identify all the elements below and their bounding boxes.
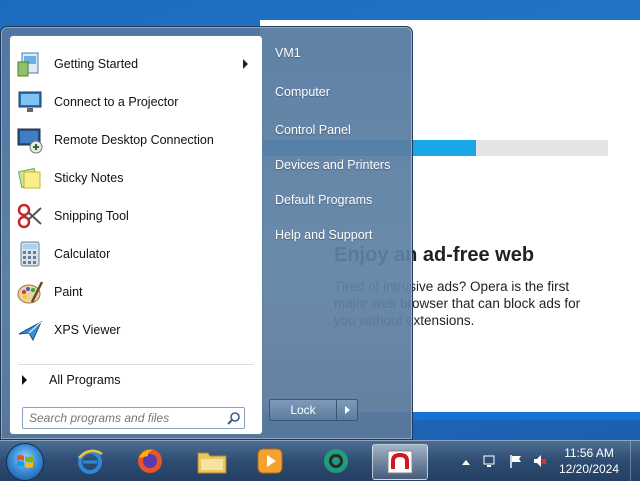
search-icon[interactable] [224,409,244,427]
right-item-default-programs[interactable]: Default Programs [269,187,403,213]
system-clock[interactable]: 11:56 AM 12/20/2024 [554,445,624,477]
right-item-help-support[interactable]: Help and Support [269,222,403,248]
snipping-tool-icon [14,200,46,232]
programs-separator [18,364,254,365]
chevron-right-icon [344,406,350,414]
projector-icon [14,86,46,118]
paint-icon [14,276,46,308]
calculator-icon [14,238,46,270]
volume-muted-icon[interactable] [532,453,548,469]
action-center-flag-icon[interactable] [508,453,524,469]
shutdown-options-button[interactable] [336,399,358,421]
program-label: XPS Viewer [54,323,121,337]
program-label: Calculator [54,247,111,261]
right-item-computer[interactable]: Computer [269,79,403,105]
program-label: Snipping Tool [54,209,129,223]
getting-started-icon [14,48,46,80]
search-programs-box[interactable] [22,407,245,429]
windows-logo-icon [17,455,33,468]
program-paint[interactable]: Paint [12,274,258,310]
sticky-notes-icon [14,162,46,194]
program-connect-projector[interactable]: Connect to a Projector [12,84,258,120]
right-item-control-panel[interactable]: Control Panel [269,117,403,143]
all-programs-button[interactable]: All Programs [14,368,258,392]
media-player-icon[interactable] [248,444,292,478]
program-snipping-tool[interactable]: Snipping Tool [12,198,258,234]
right-item-user[interactable]: VM1 [269,40,403,66]
opera-icon[interactable] [372,444,428,480]
program-remote-desktop[interactable]: Remote Desktop Connection [12,122,258,158]
search-input[interactable] [27,409,224,427]
lock-button[interactable]: Lock [269,399,337,421]
submenu-arrow-icon[interactable] [243,59,248,69]
program-label: Connect to a Projector [54,95,179,109]
start-menu: Getting Started Connect to a Projector R… [0,26,413,440]
expand-arrow-icon [22,375,27,385]
clock-date: 12/20/2024 [558,462,620,476]
internet-explorer-icon[interactable] [68,444,112,478]
opera-installer-icon[interactable] [314,444,358,478]
program-label: Paint [54,285,83,299]
program-label: Remote Desktop Connection [54,133,214,147]
program-calculator[interactable]: Calculator [12,236,258,272]
program-sticky-notes[interactable]: Sticky Notes [12,160,258,196]
program-label: Getting Started [54,57,139,71]
file-explorer-icon[interactable] [190,444,234,478]
xps-viewer-icon [14,314,46,346]
network-icon[interactable] [482,453,498,469]
right-item-devices-printers[interactable]: Devices and Printers [269,152,403,178]
clock-time: 11:56 AM [564,446,614,460]
all-programs-label: All Programs [49,373,121,387]
firefox-icon[interactable] [128,444,172,478]
programs-pane: Getting Started Connect to a Projector R… [9,35,263,435]
program-label: Sticky Notes [54,171,124,185]
show-desktop-button[interactable] [630,441,640,481]
show-hidden-icons-icon[interactable] [462,460,470,465]
taskbar: 11:56 AM 12/20/2024 [0,440,640,481]
program-xps-viewer[interactable]: XPS Viewer [12,312,258,348]
program-getting-started[interactable]: Getting Started [12,46,258,82]
remote-desktop-icon [14,124,46,156]
start-button[interactable] [6,443,44,481]
